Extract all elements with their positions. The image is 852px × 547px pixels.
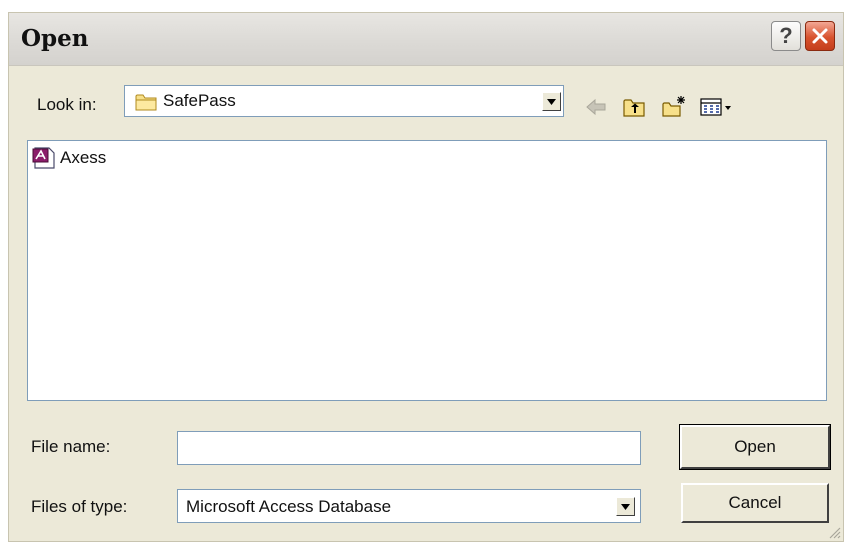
file-item-axess[interactable]: Axess [32,145,106,171]
look-in-combo[interactable]: SafePass [124,85,564,117]
look-in-value: SafePass [163,91,236,110]
look-in-label: Look in: [37,95,97,114]
files-of-type-dropdown-button[interactable] [616,497,635,516]
chevron-down-icon [547,98,556,105]
dialog-title: Open [21,25,89,52]
files-of-type-label: Files of type: [31,497,128,516]
file-name-input[interactable] [177,431,641,465]
new-folder-icon[interactable] [661,95,687,119]
open-dialog: Open ? Look in: SafePass Axess File name… [8,12,844,542]
cancel-button[interactable]: Cancel [681,483,829,523]
access-database-icon [32,147,55,169]
file-name-label: Axess [60,148,107,167]
file-list[interactable]: Axess [27,140,827,401]
resize-grip-icon[interactable] [827,525,841,539]
help-button[interactable]: ? [771,21,801,51]
files-of-type-value: Microsoft Access Database [186,497,392,516]
files-of-type-combo[interactable]: Microsoft Access Database [177,489,641,523]
open-button[interactable]: Open [679,424,831,470]
close-icon [812,28,828,44]
help-icon: ? [779,23,793,48]
folder-icon [135,94,157,111]
view-menu-icon[interactable] [699,95,735,119]
file-name-label-text: File name: [31,437,111,456]
up-one-level-icon[interactable] [621,95,647,119]
back-arrow-icon[interactable] [583,95,609,119]
close-button[interactable] [805,21,835,51]
title-bar[interactable]: Open ? [9,13,843,66]
chevron-down-icon [621,503,630,510]
look-in-dropdown-button[interactable] [542,92,561,111]
